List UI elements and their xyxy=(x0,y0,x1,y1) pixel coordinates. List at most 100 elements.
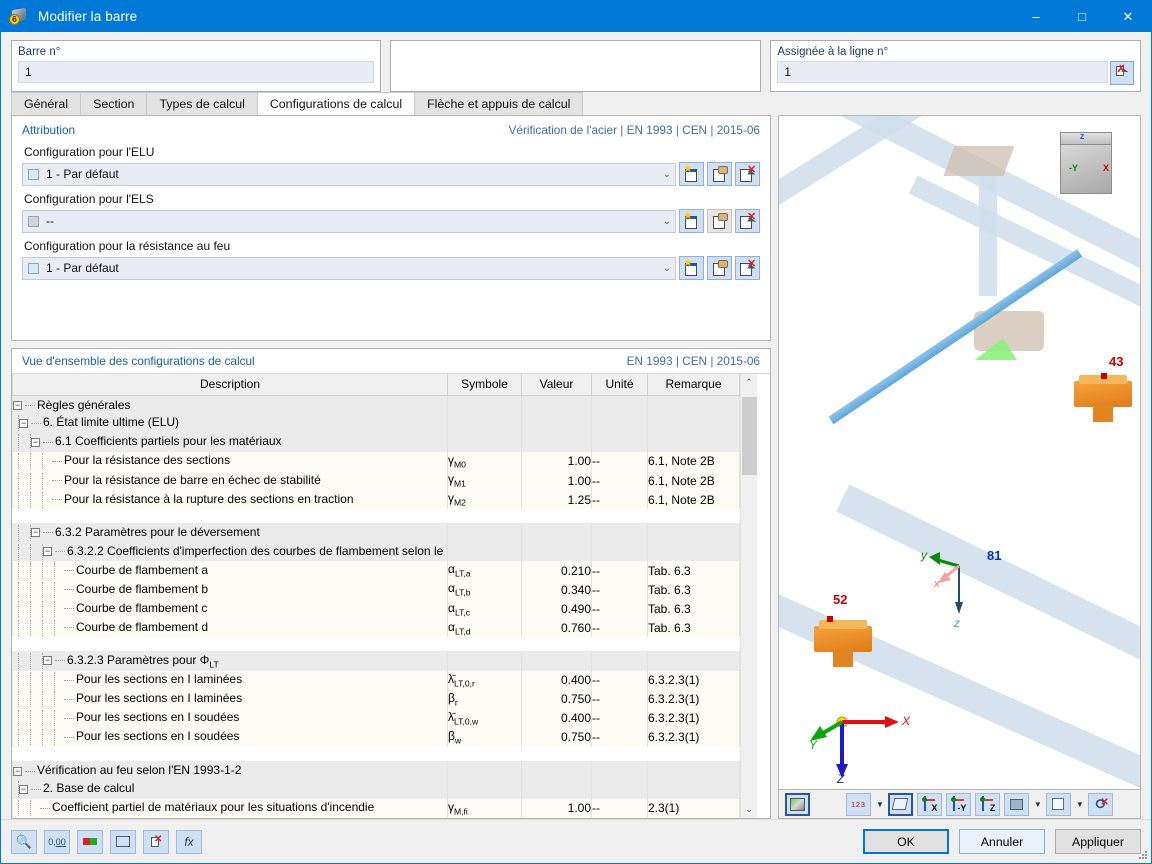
color-settings-button[interactable] xyxy=(77,830,103,854)
row-value[interactable] xyxy=(522,414,592,433)
chevron-down-icon[interactable]: ▼ xyxy=(1034,800,1042,809)
display-settings-button[interactable] xyxy=(110,830,136,854)
support-end[interactable] xyxy=(1074,381,1132,407)
table-row[interactable]: Pour les sections en I laminéesβr0.750--… xyxy=(13,690,740,709)
tab-types-de-calcul[interactable]: Types de calcul xyxy=(146,92,257,115)
selected-member[interactable] xyxy=(828,249,1082,424)
table-row[interactable]: −Règles générales xyxy=(13,395,740,414)
configuration-dropdown[interactable]: 1 - Par défaut⌄ xyxy=(22,163,676,186)
formula-button[interactable]: fx xyxy=(176,830,202,854)
tree-expander-icon[interactable]: − xyxy=(43,656,52,665)
row-value[interactable]: 0.750 xyxy=(522,690,592,709)
measure-button[interactable] xyxy=(888,793,913,816)
tree-expander-icon[interactable]: − xyxy=(13,401,22,410)
row-value[interactable] xyxy=(522,433,592,452)
view-y-button[interactable]: -Y xyxy=(946,793,971,816)
row-value[interactable] xyxy=(522,542,592,561)
column-header-unit-[interactable]: Unité xyxy=(592,374,648,395)
assigned-line-input[interactable]: 1 xyxy=(777,61,1108,83)
table-row[interactable]: −2. Base de calcul xyxy=(13,780,740,799)
delete-configuration-button[interactable]: ✕ xyxy=(735,209,760,233)
pick-line-button[interactable]: ✗ xyxy=(1110,61,1134,85)
new-configuration-button[interactable]: ★ xyxy=(679,209,704,233)
view-cube[interactable]: -Y X Z xyxy=(1054,130,1118,194)
wireframe-button[interactable] xyxy=(1046,793,1071,816)
render-mode-button[interactable] xyxy=(785,793,810,816)
table-row[interactable]: Coefficient partiel de matériaux pour le… xyxy=(13,799,740,818)
scroll-thumb[interactable] xyxy=(742,397,757,475)
table-row[interactable]: Pour les sections en I soudéesλ̄LT,0,w0.… xyxy=(13,709,740,728)
row-value[interactable]: 0.210 xyxy=(522,561,592,580)
row-value[interactable]: 0.400 xyxy=(522,671,592,690)
table-row[interactable]: Courbe de flambement cαLT,c0.490--Tab. 6… xyxy=(13,599,740,618)
table-row[interactable]: −6.3.2.2 Coefficients d'imperfection des… xyxy=(13,542,740,561)
column-header-valeur[interactable]: Valeur xyxy=(522,374,592,395)
ok-button[interactable]: OK xyxy=(863,829,949,854)
row-value[interactable] xyxy=(522,780,592,799)
row-value[interactable]: 1.00 xyxy=(522,471,592,490)
row-value[interactable] xyxy=(522,651,592,670)
scroll-track[interactable] xyxy=(741,391,758,801)
maximize-button[interactable]: □ xyxy=(1059,1,1105,32)
table-row[interactable]: −6.3.2 Paramètres pour le déversement xyxy=(13,523,740,542)
model-viewport[interactable]: 52 43 81 y x xyxy=(778,115,1141,790)
delete-configuration-button[interactable]: ✕ xyxy=(735,162,760,186)
column-header-description[interactable]: Description xyxy=(13,374,448,395)
row-value[interactable]: 1.00 xyxy=(522,452,592,471)
table-row[interactable]: −6.3.2.3 Paramètres pour ΦLT xyxy=(13,651,740,670)
chevron-down-icon[interactable]: ▼ xyxy=(876,800,884,809)
row-value[interactable]: 0.760 xyxy=(522,618,592,637)
configuration-dropdown[interactable]: --⌄ xyxy=(22,210,676,233)
row-value[interactable]: 0.340 xyxy=(522,580,592,599)
scroll-down-button[interactable]: ⌄ xyxy=(741,801,758,818)
tree-expander-icon[interactable]: − xyxy=(43,547,52,556)
table-row[interactable]: Pour les sections en I soudéesβw0.750--6… xyxy=(13,728,740,747)
row-value[interactable]: 0.400 xyxy=(522,709,592,728)
minimize-button[interactable]: – xyxy=(1013,1,1059,32)
table-row[interactable]: Pour les sections en I laminéesλ̄LT,0,r0… xyxy=(13,671,740,690)
table-row[interactable]: −6.1 Coefficients partiels pour les maté… xyxy=(13,433,740,452)
table-row[interactable]: Courbe de flambement aαLT,a0.210--Tab. 6… xyxy=(13,561,740,580)
delete-configuration-button[interactable]: ✕ xyxy=(735,256,760,280)
new-configuration-button[interactable]: ★ xyxy=(679,256,704,280)
resize-grip[interactable] xyxy=(1138,851,1148,861)
close-button[interactable]: ✕ xyxy=(1105,1,1151,32)
tab-section[interactable]: Section xyxy=(80,92,147,115)
edit-configuration-button[interactable] xyxy=(707,256,732,280)
tab-configurations-de-calcul[interactable]: Configurations de calcul xyxy=(257,92,415,115)
tree-expander-icon[interactable]: − xyxy=(31,438,40,447)
units-button[interactable]: 0,00 xyxy=(44,830,70,854)
edit-configuration-button[interactable] xyxy=(707,162,732,186)
column-header-remarque[interactable]: Remarque xyxy=(648,374,740,395)
table-scrollbar[interactable]: ⌃ ⌄ xyxy=(740,374,757,818)
scroll-up-button[interactable]: ⌃ xyxy=(741,374,758,391)
row-value[interactable] xyxy=(522,523,592,542)
info-button[interactable]: 🔍 xyxy=(11,830,37,854)
member-number-input[interactable]: 1 xyxy=(18,61,374,83)
table-row[interactable]: Courbe de flambement dαLT,d0.760--Tab. 6… xyxy=(13,618,740,637)
table-row[interactable]: −Vérification au feu selon l'EN 1993-1-2 xyxy=(13,761,740,780)
table-row[interactable]: −6. État limite ultime (ELU) xyxy=(13,414,740,433)
numbering-button[interactable]: 123 xyxy=(846,793,871,816)
tree-expander-icon[interactable]: − xyxy=(13,767,22,776)
row-value[interactable]: 0.490 xyxy=(522,599,592,618)
table-row[interactable]: Pour la résistance des sectionsγM01.00--… xyxy=(13,452,740,471)
tab-g-n-ral[interactable]: Général xyxy=(11,92,81,115)
table-row[interactable]: Pour la résistance à la rupture des sect… xyxy=(13,490,740,509)
tree-expander-icon[interactable]: − xyxy=(31,528,40,537)
delete-button[interactable]: ✕ xyxy=(143,830,169,854)
row-value[interactable]: 1.25 xyxy=(522,490,592,509)
view-z-button[interactable]: Z xyxy=(975,793,1000,816)
table-row[interactable]: Courbe de flambement bαLT,b0.340--Tab. 6… xyxy=(13,580,740,599)
row-value[interactable] xyxy=(522,761,592,780)
table-row[interactable]: Pour la résistance de barre en échec de … xyxy=(13,471,740,490)
column-header-symbole[interactable]: Symbole xyxy=(448,374,522,395)
display-mode-button[interactable] xyxy=(1004,793,1029,816)
support-start[interactable] xyxy=(814,626,872,652)
deselect-button[interactable]: ⭘✕ xyxy=(1088,793,1113,816)
row-value[interactable]: 1.00 xyxy=(522,799,592,818)
row-value[interactable] xyxy=(522,395,592,414)
tab-fl-che-et-appuis-de-calcul[interactable]: Flèche et appuis de calcul xyxy=(414,92,583,115)
cancel-button[interactable]: Annuler xyxy=(959,829,1045,854)
new-configuration-button[interactable]: ★ xyxy=(679,162,704,186)
